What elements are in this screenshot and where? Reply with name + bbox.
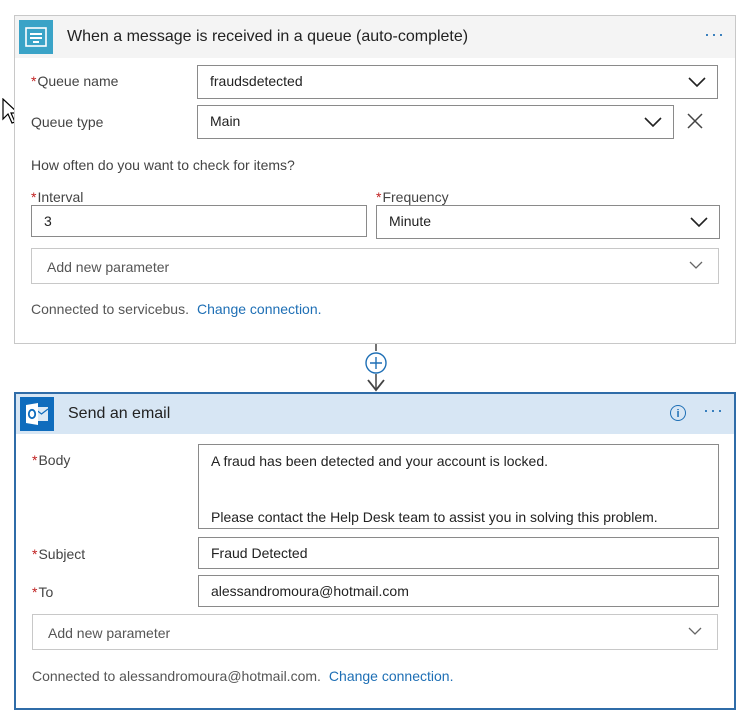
add-new-parameter-label: Add new parameter xyxy=(48,625,171,641)
body-label: *Body xyxy=(32,452,71,468)
chevron-down-icon xyxy=(688,627,702,635)
queue-type-select[interactable]: Main xyxy=(197,105,674,139)
required-mark: * xyxy=(376,189,382,205)
required-mark: * xyxy=(32,584,38,600)
action-title: Send an email xyxy=(68,405,171,422)
subject-label: *Subject xyxy=(32,546,86,562)
connection-text: Connected to alessandromoura@hotmail.com… xyxy=(32,668,321,684)
action-card-header[interactable]: Send an email i ··· xyxy=(16,394,734,434)
add-new-parameter-select[interactable]: Add new parameter xyxy=(31,248,719,284)
subject-input[interactable]: Fraud Detected xyxy=(198,537,719,569)
connection-text: Connected to servicebus. xyxy=(31,301,189,317)
body-line-2: Please contact the Help Desk team to ass… xyxy=(211,509,658,525)
frequency-value: Minute xyxy=(389,213,432,229)
required-mark: * xyxy=(32,452,38,468)
trigger-card: When a message is received in a queue (a… xyxy=(14,15,736,344)
close-icon[interactable] xyxy=(686,112,704,130)
queue-name-select[interactable]: fraudsdetected xyxy=(197,65,718,99)
queue-name-label: *Queue name xyxy=(31,73,119,89)
trigger-title: When a message is received in a queue (a… xyxy=(67,28,469,45)
more-options-icon[interactable]: ··· xyxy=(704,25,725,43)
trigger-card-header[interactable]: When a message is received in a queue (a… xyxy=(15,16,735,58)
add-new-parameter-select[interactable]: Add new parameter xyxy=(32,614,718,650)
interval-input[interactable]: 3 xyxy=(31,205,367,237)
subject-value: Fraud Detected xyxy=(211,545,308,561)
action-card: Send an email i ··· *Body A fraud has be… xyxy=(14,392,736,710)
to-label: *To xyxy=(32,584,54,600)
to-value: alessandromoura@hotmail.com xyxy=(211,583,409,599)
info-icon[interactable]: i xyxy=(670,405,686,421)
to-input[interactable]: alessandromoura@hotmail.com xyxy=(198,575,719,607)
connection-info: Connected to servicebus. Change connectio… xyxy=(31,301,322,317)
chevron-down-icon xyxy=(690,217,708,228)
body-textarea[interactable]: A fraud has been detected and your accou… xyxy=(198,444,719,529)
body-line-1: A fraud has been detected and your accou… xyxy=(211,453,549,469)
queue-type-label: Queue type xyxy=(31,114,104,130)
change-connection-link[interactable]: Change connection. xyxy=(329,668,454,684)
chevron-down-icon xyxy=(689,261,703,269)
required-mark: * xyxy=(32,546,38,562)
more-options-icon[interactable]: ··· xyxy=(703,401,724,419)
check-question-text: How often do you want to check for items… xyxy=(31,157,295,173)
queue-name-value: fraudsdetected xyxy=(210,73,303,89)
frequency-select[interactable]: Minute xyxy=(376,205,720,239)
chevron-down-icon xyxy=(688,77,706,88)
change-connection-link[interactable]: Change connection. xyxy=(197,301,322,317)
outlook-icon xyxy=(20,397,54,431)
interval-label: *Interval xyxy=(31,189,84,205)
frequency-label: *Frequency xyxy=(376,189,449,205)
chevron-down-icon xyxy=(644,117,662,128)
add-new-parameter-label: Add new parameter xyxy=(47,259,170,275)
plus-circle-icon[interactable] xyxy=(364,351,388,375)
required-mark: * xyxy=(31,189,37,205)
queue-type-value: Main xyxy=(210,113,241,129)
interval-value: 3 xyxy=(44,213,52,229)
required-mark: * xyxy=(31,73,37,89)
connection-info: Connected to alessandromoura@hotmail.com… xyxy=(32,668,453,684)
servicebus-icon xyxy=(19,20,53,54)
